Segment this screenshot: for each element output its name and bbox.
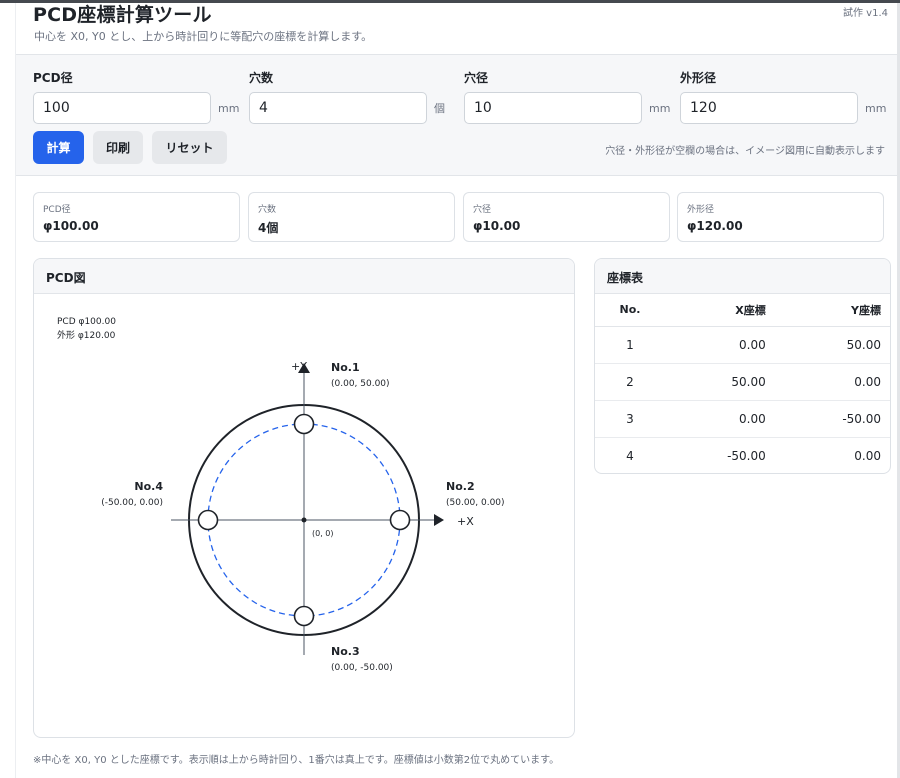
summary-value: φ100.00 bbox=[43, 219, 99, 233]
outer-diameter-input[interactable] bbox=[680, 92, 858, 124]
summary-card-hole-count: 穴数 4個 bbox=[248, 192, 455, 242]
pcd-diagram-panel: PCD図 PCD φ100.00 外形 φ120.00 +Y +X (0, 0)… bbox=[33, 258, 575, 738]
pcd-label: PCD径 bbox=[33, 71, 73, 85]
summary-card-outer-diameter: 外形径 φ120.00 bbox=[677, 192, 884, 242]
summary-card-pcd: PCD径 φ100.00 bbox=[33, 192, 240, 242]
hole-2-name: No.2 bbox=[446, 480, 475, 493]
hole-2-coord: (50.00, 0.00) bbox=[446, 498, 505, 508]
table-row: 2 50.00 0.00 bbox=[595, 363, 890, 401]
summary-label: 外形径 bbox=[687, 205, 715, 215]
hole-3-name: No.3 bbox=[331, 645, 360, 658]
hole-2 bbox=[389, 509, 411, 531]
hole-diameter-unit: mm bbox=[649, 101, 671, 115]
summary-value: φ120.00 bbox=[687, 219, 743, 233]
cell-y: 0.00 bbox=[854, 448, 881, 463]
x-axis-label: +X bbox=[457, 515, 474, 528]
summary-label: 穴径 bbox=[473, 205, 492, 215]
summary-card-hole-diameter: 穴径 φ10.00 bbox=[463, 192, 670, 242]
cell-x: 0.00 bbox=[665, 400, 766, 438]
cell-x: 0.00 bbox=[665, 326, 766, 364]
coord-panel-title: 座標表 bbox=[595, 259, 890, 294]
summary-cards: PCD径 φ100.00 穴数 4個 穴径 φ10.00 外形径 φ120.00 bbox=[33, 192, 885, 242]
hole-count-field: 穴数 個 bbox=[249, 69, 445, 124]
hole-4 bbox=[197, 509, 219, 531]
origin-point bbox=[301, 517, 307, 523]
input-section: PCD径 mm 穴数 個 穴径 mm 外形径 mm 計算 印刷 リセット 穴径・… bbox=[16, 54, 897, 176]
pcd-field: PCD径 mm bbox=[33, 69, 239, 124]
hole-4-name: No.4 bbox=[134, 480, 163, 493]
hole-count-input[interactable] bbox=[249, 92, 427, 124]
calculate-button[interactable]: 計算 bbox=[33, 131, 84, 164]
cell-no: 1 bbox=[595, 326, 665, 364]
table-row: 4 -50.00 0.00 bbox=[595, 437, 890, 473]
cell-no: 4 bbox=[626, 448, 634, 463]
hole-diameter-field: 穴径 mm bbox=[464, 69, 670, 124]
print-button[interactable]: 印刷 bbox=[93, 131, 143, 164]
hole-3-coord: (0.00, -50.00) bbox=[331, 663, 393, 673]
origin-label: (0, 0) bbox=[312, 529, 334, 538]
summary-value: φ10.00 bbox=[473, 219, 521, 233]
cell-y: 0.00 bbox=[765, 363, 890, 401]
col-header-no: No. bbox=[595, 294, 665, 327]
hole-1 bbox=[293, 413, 315, 435]
table-header-row: No. X座標 Y座標 bbox=[595, 294, 890, 327]
col-header-x: X座標 bbox=[665, 294, 766, 327]
cell-no: 2 bbox=[595, 363, 665, 401]
hole-count-label: 穴数 bbox=[249, 71, 274, 85]
page-subtitle: 中心を X0, Y0 とし、上から時計回りに等配穴の座標を計算します。 bbox=[34, 30, 373, 43]
x-axis-arrow-icon bbox=[434, 514, 444, 526]
y-axis-label: +Y bbox=[291, 360, 307, 373]
hole-1-name: No.1 bbox=[331, 361, 360, 374]
cell-y: -50.00 bbox=[765, 400, 890, 438]
outer-diameter-field: 外形径 mm bbox=[680, 69, 886, 124]
cell-y: 50.00 bbox=[765, 326, 890, 364]
pcd-diagram: +Y +X (0, 0) No.1 (0.00, 50.00) No.2 (50… bbox=[101, 360, 505, 673]
auto-display-hint: 穴径・外形径が空欄の場合は、イメージ図用に自動表示します bbox=[605, 146, 885, 157]
reset-button[interactable]: リセット bbox=[152, 131, 227, 164]
col-header-y: Y座標 bbox=[765, 294, 890, 327]
table-row: 3 0.00 -50.00 bbox=[595, 400, 890, 438]
coordinate-table: No. X座標 Y座標 1 0.00 50.00 2 50.00 0.00 3 … bbox=[595, 294, 890, 473]
hole-4-coord: (-50.00, 0.00) bbox=[101, 498, 163, 508]
hole-count-unit: 個 bbox=[434, 102, 445, 115]
page-title: PCD座標計算ツール bbox=[33, 4, 212, 26]
table-row: 1 0.00 50.00 bbox=[595, 326, 890, 364]
summary-label: 穴数 bbox=[258, 205, 277, 215]
coordinate-table-panel: 座標表 No. X座標 Y座標 1 0.00 50.00 2 50.00 0.0… bbox=[594, 258, 891, 474]
hole-3 bbox=[293, 605, 315, 627]
pcd-input[interactable] bbox=[33, 92, 211, 124]
hole-1-coord: (0.00, 50.00) bbox=[331, 379, 390, 389]
pcd-unit: mm bbox=[218, 101, 240, 115]
outer-diameter-unit: mm bbox=[865, 101, 887, 115]
version-label: 試作 v1.4 bbox=[843, 8, 888, 19]
summary-value: 4個 bbox=[258, 221, 279, 235]
footnote: ※中心を X0, Y0 とした座標です。表示順は上から時計回り、1番穴は真上です… bbox=[33, 755, 560, 766]
hole-diameter-label: 穴径 bbox=[464, 71, 489, 85]
summary-label: PCD径 bbox=[43, 205, 71, 215]
outer-diameter-label: 外形径 bbox=[680, 71, 717, 85]
cell-x: 50.00 bbox=[665, 363, 766, 401]
pcd-panel-title: PCD図 bbox=[34, 259, 574, 294]
cell-no: 3 bbox=[595, 400, 665, 438]
button-group: 計算 印刷 リセット bbox=[33, 131, 227, 164]
app-header: PCD座標計算ツール 中心を X0, Y0 とし、上から時計回りに等配穴の座標を… bbox=[33, 0, 888, 52]
hole-diameter-input[interactable] bbox=[464, 92, 642, 124]
cell-x: -50.00 bbox=[727, 448, 766, 463]
